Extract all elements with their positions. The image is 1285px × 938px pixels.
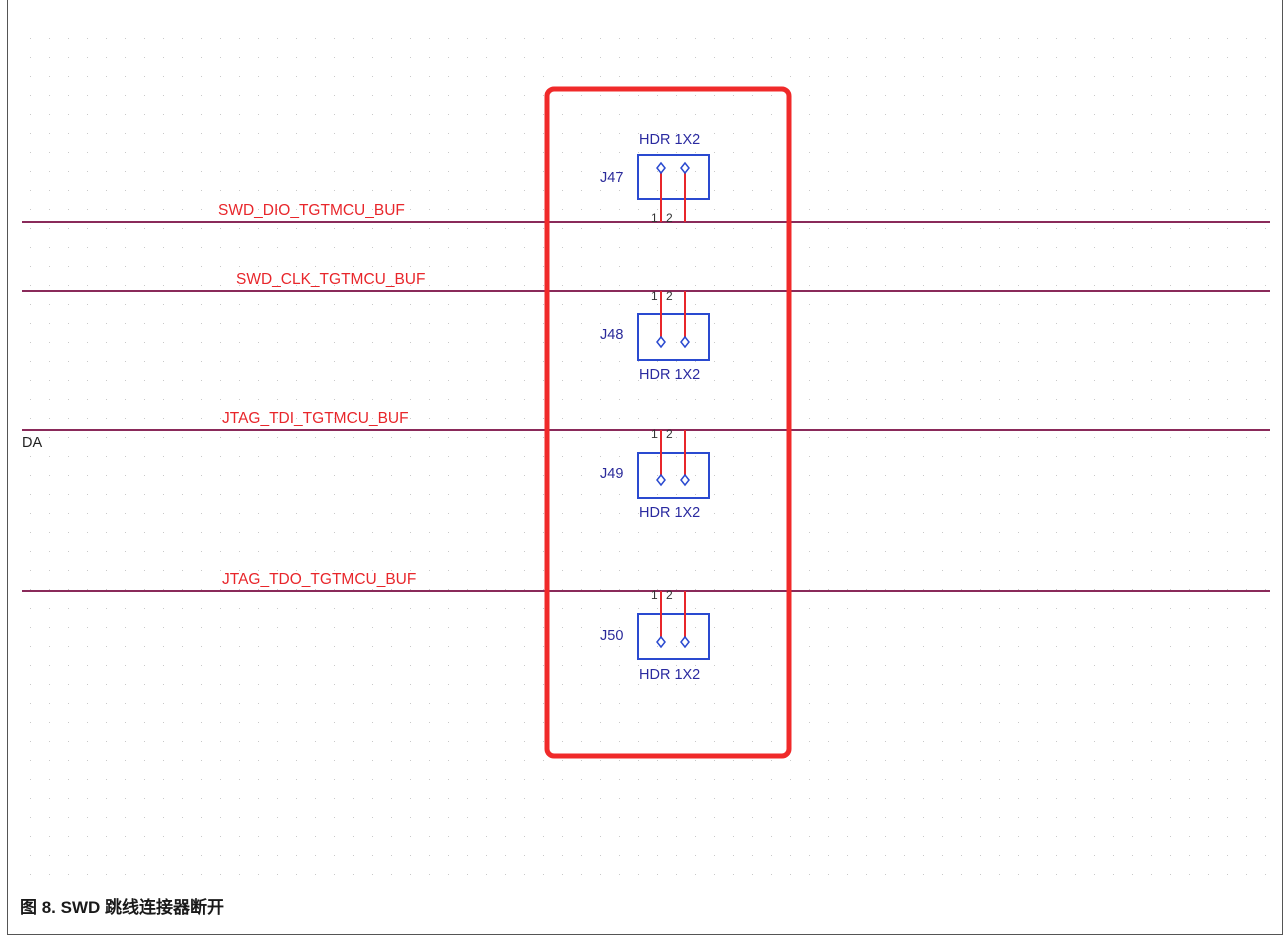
header-body: [637, 613, 710, 660]
header-body: [637, 313, 710, 361]
pin-number-1: 1: [651, 289, 658, 303]
header-body: [637, 154, 710, 200]
header-part-label: HDR 1X2: [639, 505, 700, 521]
pin-number-1: 1: [651, 211, 658, 225]
header-part-label: HDR 1X2: [639, 667, 700, 683]
pin-number-2: 2: [666, 588, 673, 602]
pin-number-2: 2: [666, 211, 673, 225]
header-body: [637, 452, 710, 499]
edge-text: DA: [22, 435, 42, 451]
header-j49: J49 1 2 HDR 1X2: [600, 427, 710, 521]
pin-number-1: 1: [651, 427, 658, 441]
net-label-swd-clk: SWD_CLK_TGTMCU_BUF: [236, 271, 425, 288]
grid-dots: [30, 38, 1266, 875]
header-part-label: HDR 1X2: [639, 132, 700, 148]
header-j47: HDR 1X2 J47 1 2: [600, 132, 710, 225]
net-label-jtag-tdo: JTAG_TDO_TGTMCU_BUF: [222, 571, 416, 588]
figure-caption: 图 8. SWD 跳线连接器断开: [20, 898, 225, 917]
header-ref-label: J49: [600, 466, 623, 482]
header-j50: J50 1 2 HDR 1X2: [600, 588, 710, 683]
net-label-jtag-tdi: JTAG_TDI_TGTMCU_BUF: [222, 410, 409, 427]
schematic-diagram: SWD_DIO_TGTMCU_BUF SWD_CLK_TGTMCU_BUF JT…: [22, 38, 1270, 875]
pin-number-2: 2: [666, 427, 673, 441]
net-label-swd-dio: SWD_DIO_TGTMCU_BUF: [218, 202, 405, 219]
header-ref-label: J48: [600, 327, 623, 343]
pin-number-1: 1: [651, 588, 658, 602]
header-part-label: HDR 1X2: [639, 367, 700, 383]
pin-number-2: 2: [666, 289, 673, 303]
header-ref-label: J50: [600, 628, 623, 644]
header-j48: J48 1 2 HDR 1X2: [600, 289, 710, 383]
header-ref-label: J47: [600, 170, 623, 186]
highlight-box: [544, 86, 792, 759]
